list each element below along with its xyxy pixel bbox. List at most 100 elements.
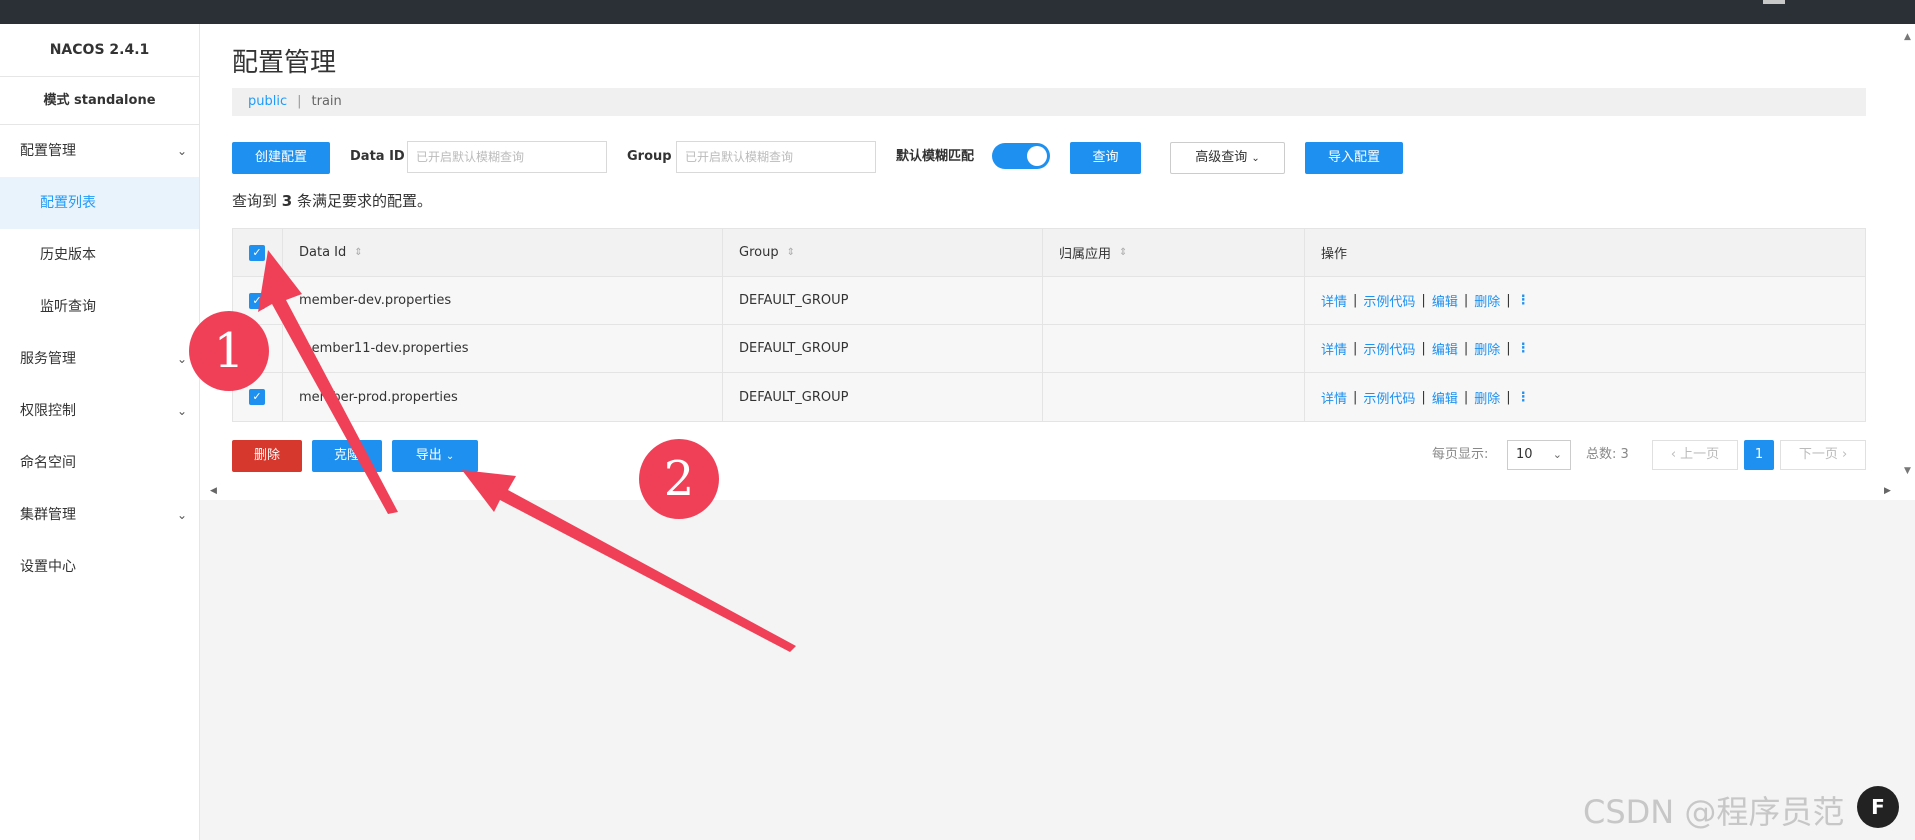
op-separator: | <box>1463 293 1469 308</box>
data-id-input[interactable]: 已开启默认模糊查询 <box>407 141 607 173</box>
summary-count: 3 <box>281 192 293 210</box>
scroll-right-icon[interactable]: ▶ <box>1884 486 1891 496</box>
namespace-env[interactable]: train <box>312 94 342 109</box>
edit-link[interactable]: 编辑 <box>1432 388 1458 407</box>
more-icon[interactable]: ⋮ <box>1517 293 1530 308</box>
data-id-cell: member-dev.properties <box>283 277 723 324</box>
breadcrumb: public | train <box>232 88 1866 116</box>
bulk-export-dropdown[interactable]: 导出 ⌄ <box>392 440 478 472</box>
delete-link[interactable]: 删除 <box>1474 339 1500 358</box>
sidebar-item-config-list[interactable]: 配置列表 <box>0 177 199 229</box>
scroll-up-icon[interactable]: ▲ <box>1904 32 1911 42</box>
group-input[interactable]: 已开启默认模糊查询 <box>676 141 876 173</box>
fuzzy-match-toggle[interactable] <box>992 143 1050 169</box>
annotation-step-2: 2 <box>639 439 719 519</box>
detail-link[interactable]: 详情 <box>1321 339 1347 358</box>
op-separator: | <box>1421 293 1426 308</box>
delete-link[interactable]: 删除 <box>1474 291 1500 310</box>
namespace-link[interactable]: public <box>248 94 287 109</box>
more-icon[interactable]: ⋮ <box>1517 390 1530 405</box>
toggle-knob <box>1027 146 1047 166</box>
create-config-button[interactable]: 创建配置 <box>232 142 330 174</box>
more-icon[interactable]: ⋮ <box>1517 341 1530 356</box>
total-label: 总数: 3 <box>1586 440 1629 470</box>
op-separator: | <box>1353 293 1358 308</box>
sidebar-item-namespace[interactable]: 命名空间 <box>0 437 199 489</box>
column-header: Data Id <box>299 245 347 260</box>
per-page-select[interactable]: 10 ⌄ <box>1507 440 1571 470</box>
sidebar-item-label: 服务管理 <box>20 351 76 367</box>
scroll-down-icon[interactable]: ▼ <box>1904 466 1911 476</box>
op-separator: | <box>1353 341 1358 356</box>
mode-label: 模式 standalone <box>0 77 199 125</box>
header-group[interactable]: Group ⇕ <box>723 229 1043 276</box>
row-checkbox[interactable]: ✓ <box>249 292 265 309</box>
per-page-label: 每页显示: <box>1432 447 1489 462</box>
data-id-cell: member11-dev.properties <box>283 325 723 372</box>
ops-cell: 详情 | 示例代码 | 编辑 | 删除 | ⋮ <box>1305 277 1865 324</box>
sample-code-link[interactable]: 示例代码 <box>1363 388 1415 407</box>
column-header: Group <box>739 245 779 260</box>
sidebar-item-config-management[interactable]: 配置管理 ⌄ <box>0 125 199 177</box>
delete-link[interactable]: 删除 <box>1474 388 1500 407</box>
table-header-row: ✓ Data Id ⇕ Group ⇕ 归属应用 ⇕ 操作 <box>233 229 1865 277</box>
header-data-id[interactable]: Data Id ⇕ <box>283 229 723 276</box>
sidebar-item-label: 监听查询 <box>40 299 96 315</box>
sidebar-item-cluster-management[interactable]: 集群管理 ⌄ <box>0 489 199 541</box>
header-app[interactable]: 归属应用 ⇕ <box>1043 229 1305 276</box>
watermark-logo: F <box>1857 786 1899 828</box>
next-page-button[interactable]: 下一页 › <box>1780 440 1866 470</box>
annotation-step-1: 1 <box>189 311 269 391</box>
row-checkbox[interactable]: ✓ <box>249 389 265 405</box>
header-checkbox-cell: ✓ <box>233 229 283 276</box>
bulk-delete-button[interactable]: 删除 <box>232 440 302 472</box>
next-page-label: 下一页 <box>1798 447 1838 462</box>
import-config-button[interactable]: 导入配置 <box>1305 142 1403 174</box>
sort-icon[interactable]: ⇕ <box>354 247 362 258</box>
op-separator: | <box>1421 341 1426 356</box>
edit-link[interactable]: 编辑 <box>1432 291 1458 310</box>
chevron-down-icon: ⌄ <box>176 508 187 522</box>
sidebar-item-settings[interactable]: 设置中心 <box>0 541 199 593</box>
bulk-clone-button[interactable]: 克隆 <box>312 440 382 472</box>
app-cell <box>1043 325 1305 372</box>
op-separator: | <box>1506 293 1511 308</box>
total-value: 3 <box>1620 447 1629 462</box>
brand-logo: NACOS 2.4.1 <box>0 24 199 77</box>
window-control-icon[interactable] <box>1763 0 1785 4</box>
table-row: ✓ member11-dev.properties DEFAULT_GROUP … <box>233 325 1865 373</box>
sort-icon[interactable]: ⇕ <box>1119 247 1127 258</box>
config-table: ✓ Data Id ⇕ Group ⇕ 归属应用 ⇕ 操作 ✓ member-dev.… <box>232 228 1866 422</box>
table-row: ✓ member-prod.properties DEFAULT_GROUP 详… <box>233 373 1865 421</box>
scroll-left-icon[interactable]: ◀ <box>210 486 217 496</box>
sidebar-item-history[interactable]: 历史版本 <box>0 229 199 281</box>
sort-icon[interactable]: ⇕ <box>787 247 795 258</box>
sample-code-link[interactable]: 示例代码 <box>1363 291 1415 310</box>
sidebar-item-listener-query[interactable]: 监听查询 <box>0 281 199 333</box>
edit-link[interactable]: 编辑 <box>1432 339 1458 358</box>
op-separator: | <box>1421 389 1426 405</box>
group-cell: DEFAULT_GROUP <box>723 277 1043 324</box>
total-label-text: 总数: <box>1586 447 1617 462</box>
sidebar-item-service-management[interactable]: 服务管理 ⌄ <box>0 333 199 385</box>
chevron-down-icon: ⌄ <box>176 352 187 366</box>
op-separator: | <box>1463 389 1469 405</box>
prev-page-button[interactable]: ‹ 上一页 <box>1652 440 1738 470</box>
op-separator: | <box>1506 341 1511 356</box>
top-bar <box>0 0 1915 24</box>
app-cell <box>1043 373 1305 421</box>
select-all-checkbox[interactable]: ✓ <box>249 244 265 261</box>
vertical-scrollbar[interactable]: ▲ ▼ <box>1900 24 1915 500</box>
chevron-down-icon: ⌄ <box>176 144 187 158</box>
current-page-button[interactable]: 1 <box>1744 440 1774 470</box>
sample-code-link[interactable]: 示例代码 <box>1363 339 1415 358</box>
sidebar-item-access-control[interactable]: 权限控制 ⌄ <box>0 385 199 437</box>
data-id-cell: member-prod.properties <box>283 373 723 421</box>
chevron-right-icon: › <box>1841 447 1848 462</box>
fuzzy-match-label: 默认模糊匹配 <box>896 149 975 164</box>
detail-link[interactable]: 详情 <box>1321 291 1347 310</box>
advanced-query-dropdown[interactable]: 高级查询 ⌄ <box>1170 142 1285 174</box>
sidebar-item-label: 命名空间 <box>20 455 76 471</box>
query-button[interactable]: 查询 <box>1070 142 1141 174</box>
detail-link[interactable]: 详情 <box>1321 388 1347 407</box>
